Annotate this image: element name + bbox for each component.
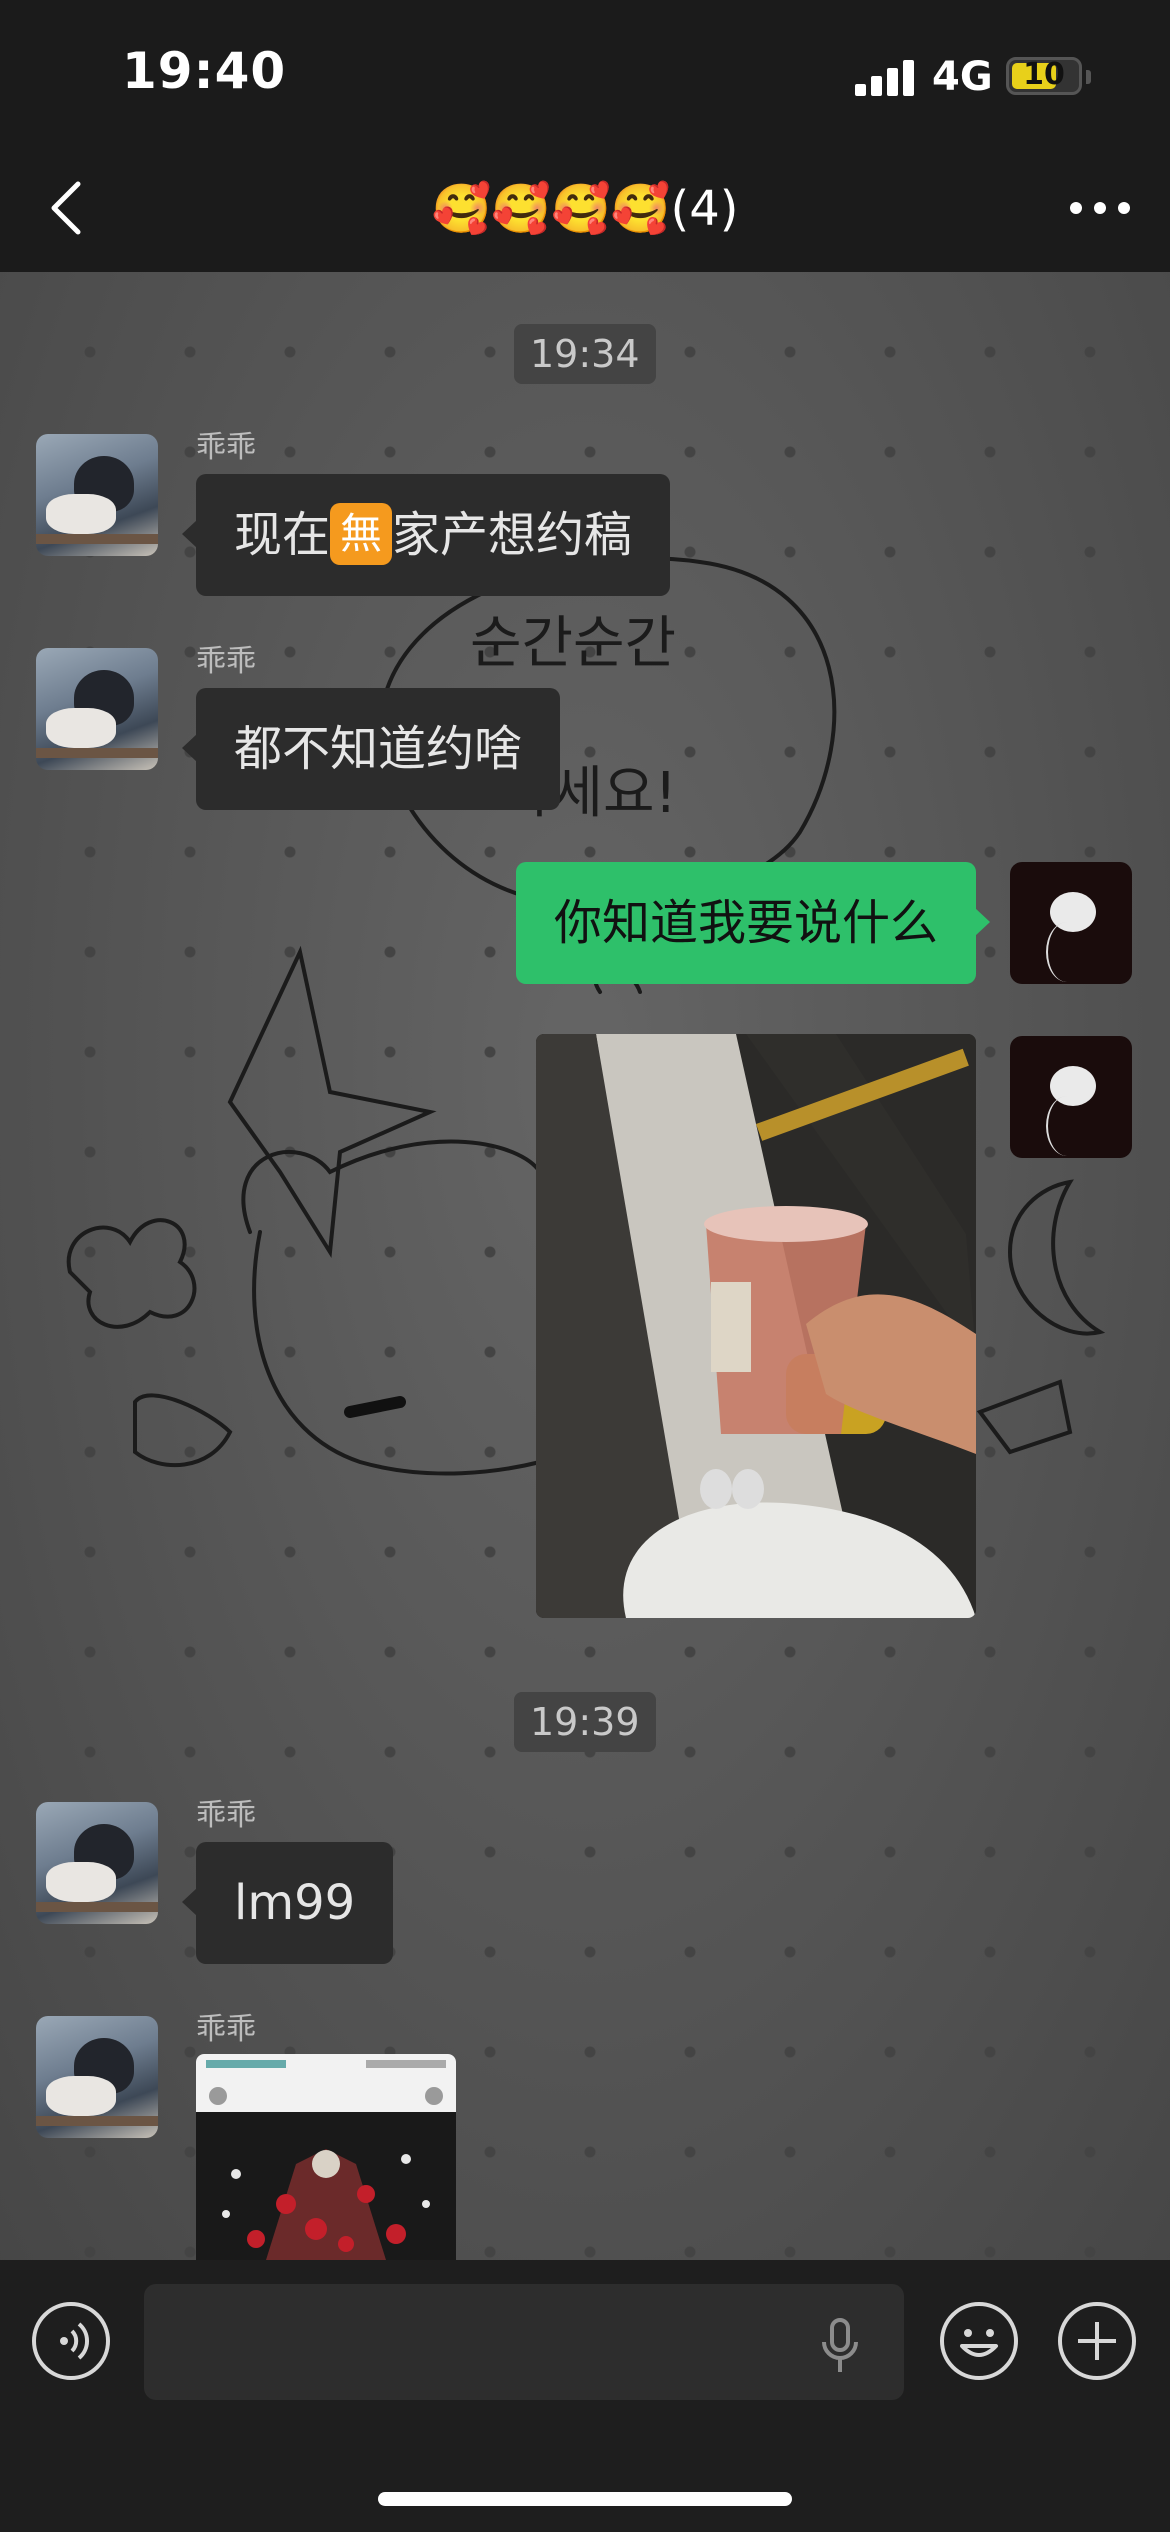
avatar[interactable]	[36, 2016, 158, 2138]
microphone-icon[interactable]	[820, 2318, 860, 2374]
message-bubble[interactable]: 现在無家产想约稿	[181, 474, 671, 596]
timestamp: 19:39	[514, 1692, 656, 1752]
network-type: 4G	[932, 54, 993, 100]
message-input[interactable]	[144, 2284, 904, 2400]
message-text: lm99	[234, 1875, 356, 1931]
photo-message[interactable]	[536, 1034, 976, 1618]
home-indicator	[378, 2492, 792, 2506]
sender-name: 乖乖	[196, 1798, 256, 1833]
message-bubble-me[interactable]: 你知道我要说什么	[515, 862, 991, 984]
avatar[interactable]	[36, 1802, 158, 1924]
message-text: 都不知道约啥	[234, 721, 523, 777]
battery-icon: 10	[1006, 57, 1082, 95]
status-time: 19:40	[122, 42, 287, 100]
message-text: 现在	[234, 507, 331, 563]
chat-title: 🥰🥰🥰🥰(4)	[431, 181, 739, 237]
message-bubble[interactable]: 都不知道约啥	[181, 688, 561, 810]
drink-photo	[536, 1034, 976, 1618]
sender-name: 乖乖	[196, 430, 256, 465]
battery-nub	[1086, 70, 1091, 84]
avatar[interactable]	[36, 648, 158, 770]
sender-name: 乖乖	[196, 2012, 256, 2047]
svg-text:순간순간: 순간순간	[470, 611, 676, 676]
my-avatar[interactable]	[1010, 862, 1132, 984]
avatar[interactable]	[36, 434, 158, 556]
message-text: 你知道我要说什么	[553, 895, 938, 951]
sender-name: 乖乖	[196, 644, 256, 679]
timestamp: 19:34	[514, 324, 656, 384]
more-dots-icon[interactable]	[1070, 202, 1130, 216]
screenshot-thumbnail	[196, 2054, 456, 2260]
voice-icon[interactable]	[32, 2302, 110, 2380]
message-bubble[interactable]: lm99	[181, 1842, 394, 1964]
my-avatar[interactable]	[1010, 1036, 1132, 1158]
message-text: 家产想约稿	[392, 507, 633, 563]
chat-header: 🥰🥰🥰🥰(4)	[0, 150, 1170, 272]
plus-icon[interactable]	[1058, 2302, 1136, 2380]
image-message[interactable]	[196, 2054, 456, 2260]
signal-icon	[855, 60, 915, 96]
status-bar: 19:40 4G 10	[0, 0, 1170, 150]
battery-level: 10	[1023, 57, 1065, 92]
chat-background: 순간순간 하세요! 19:34 乖乖 现在無家产想约稿 乖乖 都不知道约啥 你知…	[0, 272, 1170, 2260]
message-emoji-badge: 無	[330, 503, 393, 565]
emoji-icon[interactable]	[940, 2302, 1018, 2380]
